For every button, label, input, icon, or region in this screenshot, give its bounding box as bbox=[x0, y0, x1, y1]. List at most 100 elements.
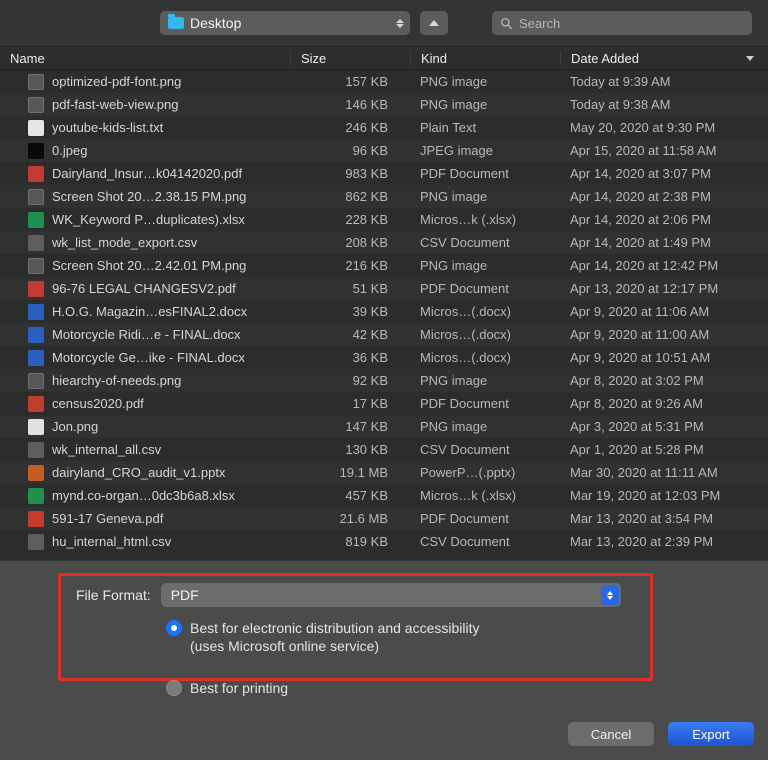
cell-name: 96-76 LEGAL CHANGESV2.pdf bbox=[0, 281, 290, 297]
cell-kind: PNG image bbox=[410, 419, 560, 434]
table-row[interactable]: wk_internal_all.csv130 KBCSV DocumentApr… bbox=[0, 438, 768, 461]
cell-date: Apr 14, 2020 at 2:06 PM bbox=[560, 212, 768, 227]
cell-kind: PDF Document bbox=[410, 166, 560, 181]
table-row[interactable]: 0.jpeg96 KBJPEG imageApr 15, 2020 at 11:… bbox=[0, 139, 768, 162]
cell-date: Mar 13, 2020 at 3:54 PM bbox=[560, 511, 768, 526]
cell-size: 983 KB bbox=[290, 166, 410, 181]
column-date[interactable]: Date Added bbox=[560, 51, 768, 66]
cell-size: 147 KB bbox=[290, 419, 410, 434]
location-select[interactable]: Desktop bbox=[160, 11, 410, 35]
cell-size: 130 KB bbox=[290, 442, 410, 457]
cell-date: Mar 19, 2020 at 12:03 PM bbox=[560, 488, 768, 503]
cell-date: Apr 3, 2020 at 5:31 PM bbox=[560, 419, 768, 434]
file-name: youtube-kids-list.txt bbox=[52, 120, 163, 135]
cancel-button[interactable]: Cancel bbox=[568, 722, 654, 746]
file-name: mynd.co-organ…0dc3b6a8.xlsx bbox=[52, 488, 235, 503]
chevron-up-icon bbox=[429, 20, 439, 26]
cell-size: 457 KB bbox=[290, 488, 410, 503]
table-row[interactable]: census2020.pdf17 KBPDF DocumentApr 8, 20… bbox=[0, 392, 768, 415]
table-row[interactable]: Jon.png147 KBPNG imageApr 3, 2020 at 5:3… bbox=[0, 415, 768, 438]
cell-date: Apr 13, 2020 at 12:17 PM bbox=[560, 281, 768, 296]
radio-label: Best for printing bbox=[190, 679, 288, 697]
table-row[interactable]: hiearchy-of-needs.png92 KBPNG imageApr 8… bbox=[0, 369, 768, 392]
file-icon bbox=[28, 511, 44, 527]
file-icon bbox=[28, 143, 44, 159]
cell-kind: PNG image bbox=[410, 97, 560, 112]
column-size[interactable]: Size bbox=[290, 51, 410, 66]
table-row[interactable]: dairyland_CRO_audit_v1.pptx19.1 MBPowerP… bbox=[0, 461, 768, 484]
table-row[interactable]: pdf-fast-web-view.png146 KBPNG imageToda… bbox=[0, 93, 768, 116]
file-icon bbox=[28, 350, 44, 366]
cell-kind: Micros…k (.xlsx) bbox=[410, 488, 560, 503]
updown-icon bbox=[601, 585, 619, 605]
file-icon bbox=[28, 442, 44, 458]
file-icon bbox=[28, 212, 44, 228]
cell-name: wk_list_mode_export.csv bbox=[0, 235, 290, 251]
table-row[interactable]: wk_list_mode_export.csv208 KBCSV Documen… bbox=[0, 231, 768, 254]
search-input[interactable]: Search bbox=[492, 11, 752, 35]
file-format-row: File Format: PDF bbox=[76, 583, 621, 607]
cell-name: Screen Shot 20…2.42.01 PM.png bbox=[0, 258, 290, 274]
export-button[interactable]: Export bbox=[668, 722, 754, 746]
radio-electronic-distribution[interactable]: Best for electronic distribution and acc… bbox=[166, 619, 479, 655]
radio-best-for-printing[interactable]: Best for printing bbox=[166, 679, 288, 697]
table-row[interactable]: Motorcycle Ge…ike - FINAL.docx36 KBMicro… bbox=[0, 346, 768, 369]
cell-size: 246 KB bbox=[290, 120, 410, 135]
column-name[interactable]: Name bbox=[0, 51, 290, 66]
file-icon bbox=[28, 166, 44, 182]
cell-name: hiearchy-of-needs.png bbox=[0, 373, 290, 389]
file-name: dairyland_CRO_audit_v1.pptx bbox=[52, 465, 225, 480]
table-row[interactable]: 591-17 Geneva.pdf21.6 MBPDF DocumentMar … bbox=[0, 507, 768, 530]
cell-name: Jon.png bbox=[0, 419, 290, 435]
search-icon bbox=[500, 17, 513, 30]
table-row[interactable]: youtube-kids-list.txt246 KBPlain TextMay… bbox=[0, 116, 768, 139]
table-row[interactable]: Screen Shot 20…2.42.01 PM.png216 KBPNG i… bbox=[0, 254, 768, 277]
cell-name: census2020.pdf bbox=[0, 396, 290, 412]
collapse-button[interactable] bbox=[420, 11, 448, 35]
cell-size: 819 KB bbox=[290, 534, 410, 549]
table-row[interactable]: hu_internal_html.csv819 KBCSV DocumentMa… bbox=[0, 530, 768, 553]
radio-label: Best for electronic distribution and acc… bbox=[190, 619, 479, 655]
radio-icon bbox=[166, 680, 182, 696]
table-row[interactable]: Dairyland_Insur…k04142020.pdf983 KBPDF D… bbox=[0, 162, 768, 185]
cell-name: H.O.G. Magazin…esFINAL2.docx bbox=[0, 304, 290, 320]
cell-name: mynd.co-organ…0dc3b6a8.xlsx bbox=[0, 488, 290, 504]
toolbar: Desktop Search bbox=[0, 0, 768, 46]
file-icon bbox=[28, 74, 44, 90]
file-icon bbox=[28, 235, 44, 251]
cell-kind: CSV Document bbox=[410, 442, 560, 457]
cell-size: 92 KB bbox=[290, 373, 410, 388]
cell-date: Apr 8, 2020 at 9:26 AM bbox=[560, 396, 768, 411]
table-row[interactable]: Motorcycle Ridi…e - FINAL.docx42 KBMicro… bbox=[0, 323, 768, 346]
cell-kind: PNG image bbox=[410, 74, 560, 89]
cell-size: 19.1 MB bbox=[290, 465, 410, 480]
table-row[interactable]: Screen Shot 20…2.38.15 PM.png862 KBPNG i… bbox=[0, 185, 768, 208]
table-row[interactable]: 96-76 LEGAL CHANGESV2.pdf51 KBPDF Docume… bbox=[0, 277, 768, 300]
file-name: Screen Shot 20…2.42.01 PM.png bbox=[52, 258, 246, 273]
table-row[interactable]: mynd.co-organ…0dc3b6a8.xlsx 457 KBMicros…… bbox=[0, 484, 768, 507]
cell-name: hu_internal_html.csv bbox=[0, 534, 290, 550]
table-row[interactable]: optimized-pdf-font.png157 KBPNG imageTod… bbox=[0, 70, 768, 93]
cell-date: Mar 13, 2020 at 2:39 PM bbox=[560, 534, 768, 549]
cell-kind: PDF Document bbox=[410, 511, 560, 526]
file-icon bbox=[28, 465, 44, 481]
file-icon bbox=[28, 488, 44, 504]
cell-kind: PNG image bbox=[410, 258, 560, 273]
cell-date: May 20, 2020 at 9:30 PM bbox=[560, 120, 768, 135]
cell-size: 862 KB bbox=[290, 189, 410, 204]
cell-kind: PDF Document bbox=[410, 281, 560, 296]
file-icon bbox=[28, 373, 44, 389]
cell-size: 39 KB bbox=[290, 304, 410, 319]
table-row[interactable]: WK_Keyword P…duplicates).xlsx228 KBMicro… bbox=[0, 208, 768, 231]
cell-size: 36 KB bbox=[290, 350, 410, 365]
file-format-select[interactable]: PDF bbox=[161, 583, 621, 607]
file-icon bbox=[28, 120, 44, 136]
cell-kind: PNG image bbox=[410, 373, 560, 388]
file-name: pdf-fast-web-view.png bbox=[52, 97, 178, 112]
cell-size: 42 KB bbox=[290, 327, 410, 342]
table-row[interactable]: H.O.G. Magazin…esFINAL2.docx39 KBMicros…… bbox=[0, 300, 768, 323]
cell-name: WK_Keyword P…duplicates).xlsx bbox=[0, 212, 290, 228]
file-icon bbox=[28, 258, 44, 274]
column-kind[interactable]: Kind bbox=[410, 51, 560, 66]
cell-name: optimized-pdf-font.png bbox=[0, 74, 290, 90]
